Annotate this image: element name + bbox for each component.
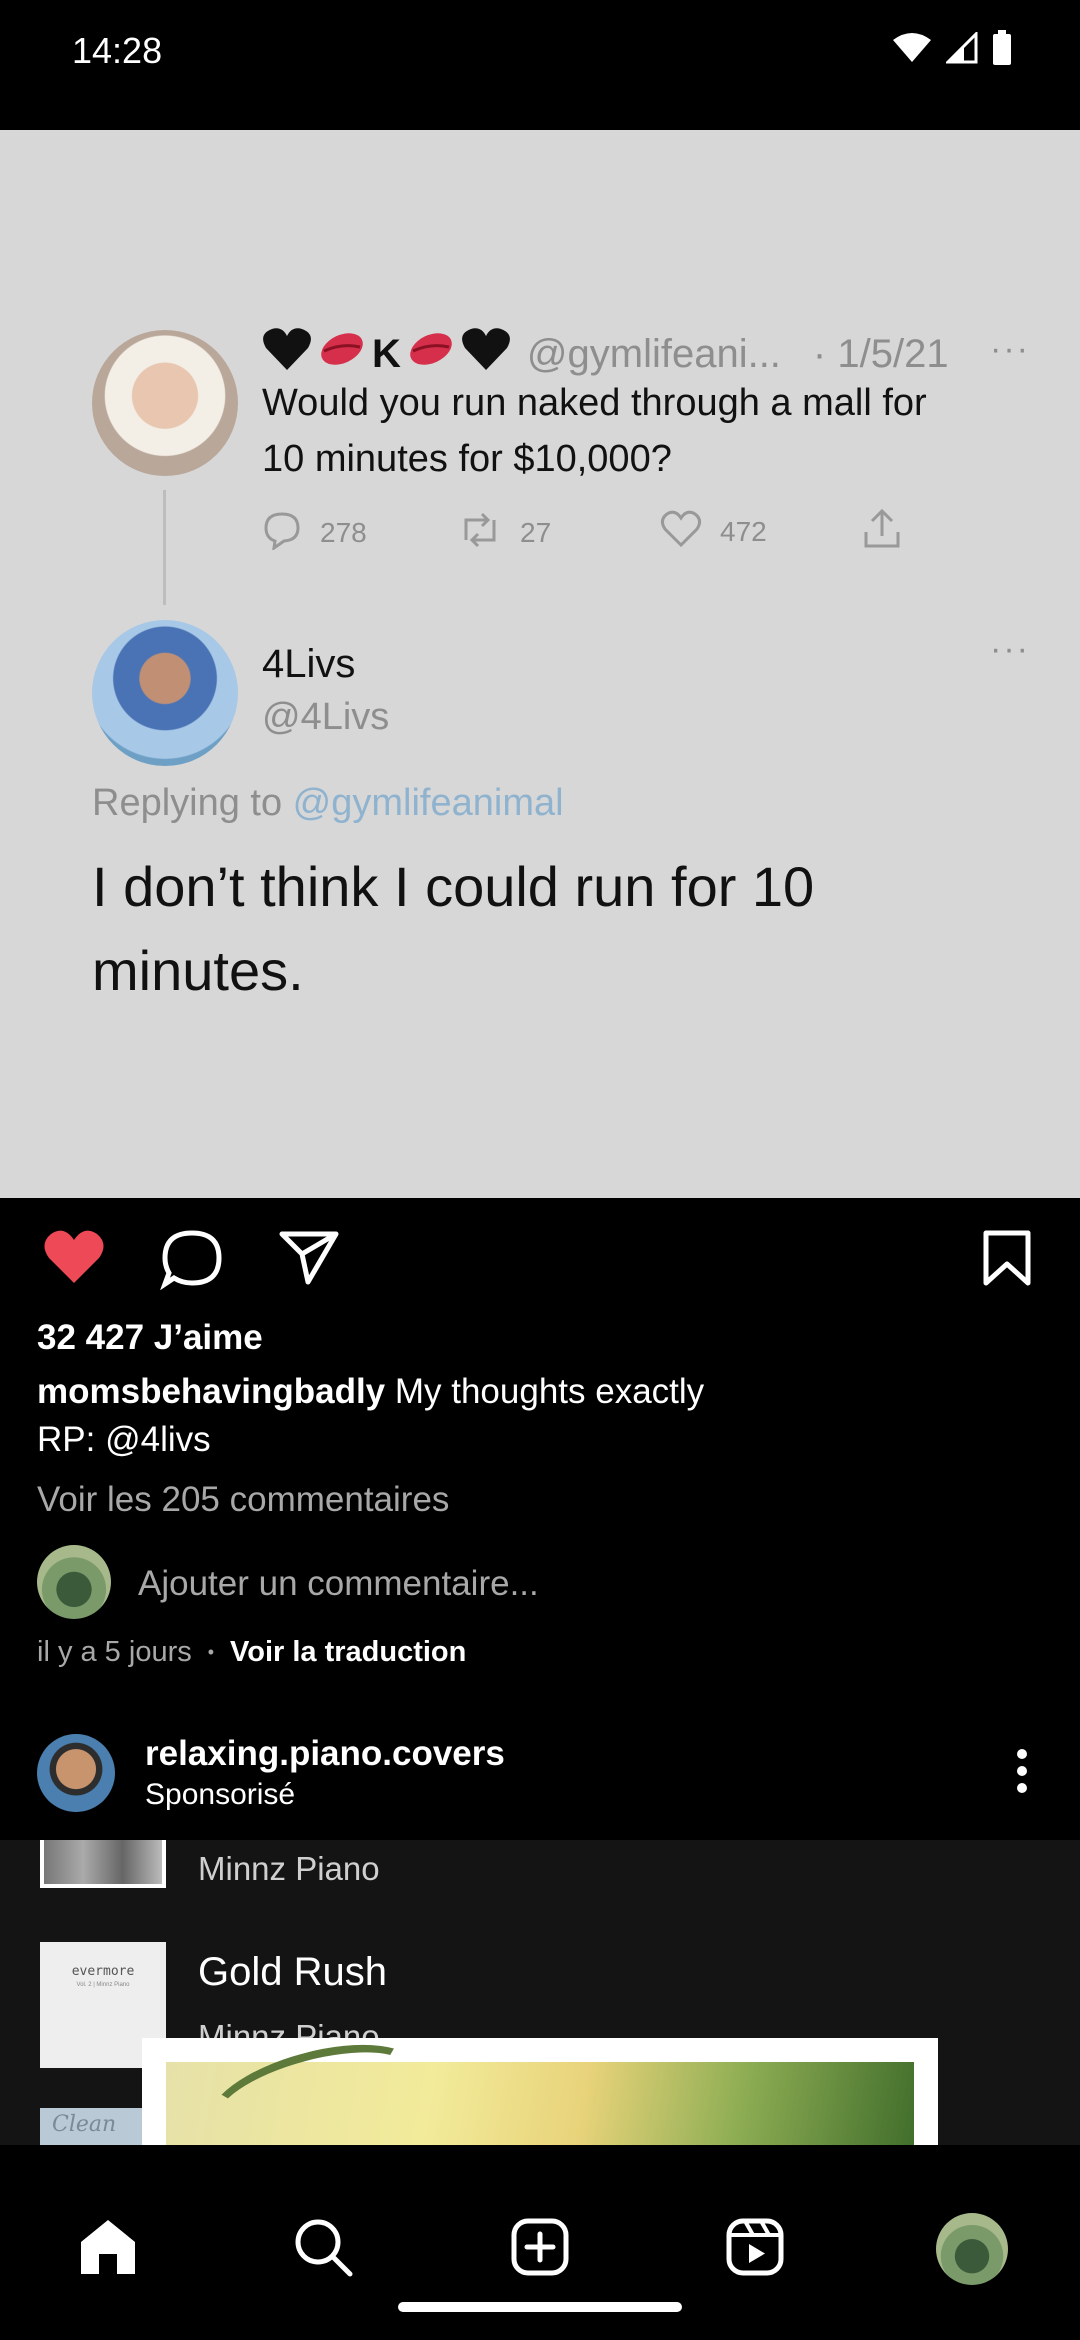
album3-text: Clean (52, 2112, 117, 2137)
translate-link[interactable]: Voir la traduction (230, 1636, 466, 1669)
caption: momsbehavingbadly My thoughts exactly (37, 1372, 704, 1412)
sponsor-avatar[interactable] (37, 1734, 115, 1812)
tweet-retweet-stat: 27 (458, 510, 551, 555)
sponsored-media[interactable]: Minnz Piano evermore Vol. 2 | Minnz Pian… (0, 1840, 1080, 2145)
home-icon (77, 2216, 139, 2283)
likes-count[interactable]: 32 427 J’aime (37, 1318, 263, 1358)
tweet-author-marker: K (372, 331, 401, 376)
tweet-like-stat: 472 (660, 510, 767, 553)
reply-author-avatar (92, 620, 238, 766)
post-image[interactable]: K @gymlifeani... · 1/5/21 ··· Would you … (0, 130, 1080, 1198)
status-bar: 14:28 (0, 0, 1080, 108)
nav-create[interactable] (500, 2209, 580, 2289)
status-time: 14:28 (72, 30, 163, 71)
profile-avatar (936, 2213, 1008, 2285)
share-button[interactable] (278, 1228, 340, 1291)
tweet-share-icon (862, 508, 902, 555)
nav-search[interactable] (283, 2209, 363, 2289)
replying-to-line: Replying to @gymlifeanimal (92, 782, 564, 825)
battery-icon (992, 30, 1012, 71)
avatar (37, 1545, 111, 1619)
reply-more-icon: ··· (990, 630, 1030, 668)
more-icon (1012, 1749, 1032, 1798)
tweet-reply-stat: 278 (262, 510, 367, 555)
share-icon (278, 1231, 340, 1290)
reply-text-line2: minutes. (92, 939, 304, 1002)
replying-handle: @gymlifeanimal (292, 782, 564, 824)
tweet-text-line1: Would you run naked through a mall for (262, 382, 927, 424)
replying-prefix: Replying to (92, 782, 293, 824)
caption-line2: RP: @4livs (37, 1420, 211, 1459)
caption-text: My thoughts exactly (385, 1372, 705, 1411)
more-options-button[interactable] (1012, 1748, 1032, 1799)
tweet-more-icon: ··· (990, 330, 1030, 368)
black-heart-icon (262, 326, 312, 382)
bookmark-button[interactable] (980, 1228, 1034, 1293)
comment-button[interactable] (160, 1228, 224, 1295)
album-title-text: evermore (71, 1964, 135, 1979)
tweet-like-icon (660, 510, 702, 553)
track2-title: Gold Rush (198, 1950, 387, 1994)
tweet-reply-icon (262, 510, 302, 555)
tweet-date: · 1/5/21 (812, 331, 949, 376)
caption-username[interactable]: momsbehavingbadly (37, 1372, 385, 1411)
heart-icon (42, 1230, 106, 1290)
thread-line (163, 490, 166, 605)
kiss-icon (318, 329, 366, 379)
comment-icon (160, 1230, 224, 1294)
signal-icon (944, 30, 978, 69)
create-icon (510, 2217, 570, 2282)
kiss-icon-2 (407, 329, 455, 379)
reply-author-handle: @4Livs (262, 696, 390, 738)
tweet-reply-count: 278 (320, 516, 367, 548)
wifi-icon (892, 32, 932, 69)
tweet-retweet-count: 27 (520, 516, 552, 548)
sponsor-username[interactable]: relaxing.piano.covers (145, 1734, 505, 1774)
black-heart-icon-2 (461, 326, 511, 382)
tweet-author-handle: @gymlifeani... (526, 331, 781, 376)
post-meta: il y a 5 jours • Voir la traduction (37, 1636, 466, 1669)
nav-profile[interactable] (932, 2209, 1012, 2289)
tweet-text-line2: 10 minutes for $10,000? (262, 438, 672, 480)
like-button[interactable] (42, 1228, 106, 1291)
track1-artist: Minnz Piano (198, 1850, 380, 1887)
reply-author-name: 4Livs (262, 642, 356, 686)
search-icon (292, 2216, 354, 2283)
tweet-like-count: 472 (720, 515, 767, 547)
tweet-author-avatar (92, 330, 238, 476)
album-art-card (142, 2025, 938, 2145)
tweet-retweet-icon (458, 510, 502, 555)
nav-home[interactable] (68, 2209, 148, 2289)
view-comments-link[interactable]: Voir les 205 commentaires (37, 1480, 449, 1520)
sponsored-label: Sponsorisé (145, 1778, 296, 1811)
tweet-author-line: K @gymlifeani... · 1/5/21 (262, 326, 949, 382)
post-time-ago: il y a 5 jours (37, 1636, 192, 1668)
meta-separator: • (207, 1642, 215, 1662)
reply-text-line1: I don’t think I could run for 10 (92, 855, 815, 918)
add-comment-input[interactable]: Ajouter un commentaire... (138, 1564, 539, 1604)
reels-icon (725, 2217, 785, 2282)
home-indicator[interactable] (398, 2302, 682, 2312)
nav-reels[interactable] (715, 2209, 795, 2289)
bookmark-icon (980, 1230, 1034, 1292)
album-sub-text: Vol. 2 | Minnz Piano (76, 1982, 130, 1988)
album-thumb-1 (40, 1840, 166, 1888)
status-icons (892, 30, 1012, 71)
